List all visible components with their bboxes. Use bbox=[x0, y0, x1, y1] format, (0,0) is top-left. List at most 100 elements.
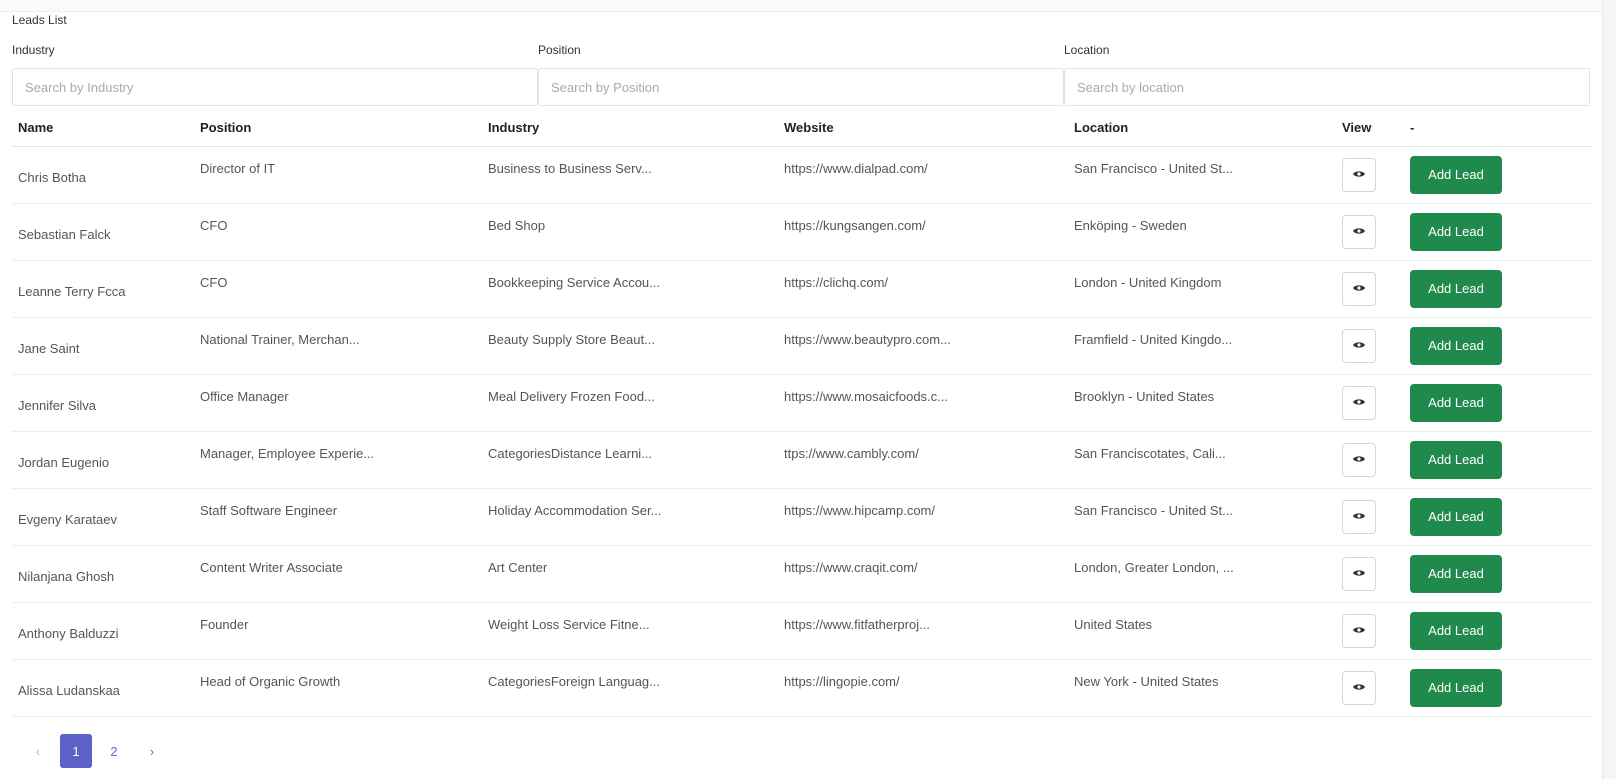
page-1-button[interactable]: 1 bbox=[60, 734, 92, 768]
lead-position: Office Manager bbox=[200, 388, 289, 404]
prev-page-button[interactable]: ‹ bbox=[22, 734, 54, 768]
industry-filter-label: Industry bbox=[12, 43, 55, 57]
table-row: Evgeny Karataev Staff Software Engineer Ho… bbox=[12, 488, 1592, 545]
view-cell bbox=[1336, 203, 1404, 260]
next-page-button[interactable]: › bbox=[136, 734, 168, 768]
eye-icon bbox=[1352, 680, 1366, 695]
add-lead-button[interactable]: Add Lead bbox=[1410, 269, 1502, 308]
lead-industry: Weight Loss Service Fitne... bbox=[488, 616, 650, 632]
add-lead-button[interactable]: Add Lead bbox=[1410, 497, 1502, 536]
view-lead-button[interactable] bbox=[1342, 442, 1376, 477]
lead-industry: CategoriesForeign Languag... bbox=[488, 673, 661, 689]
view-cell bbox=[1336, 260, 1404, 317]
lead-location: San Francisco - United St... bbox=[1074, 502, 1233, 518]
view-cell bbox=[1336, 545, 1404, 602]
view-lead-button[interactable] bbox=[1342, 499, 1376, 534]
location-filter: Location bbox=[1064, 40, 1590, 106]
lead-location: New York - United States bbox=[1074, 673, 1219, 689]
add-lead-button[interactable]: Add Lead bbox=[1410, 440, 1502, 479]
add-lead-button[interactable]: Add Lead bbox=[1410, 326, 1502, 365]
location-filter-label: Location bbox=[1064, 43, 1110, 57]
lead-location: London, Greater London, ... bbox=[1074, 559, 1234, 575]
column-header-industry: Industry bbox=[482, 110, 778, 147]
lead-website: https://www.dialpad.com/ bbox=[784, 160, 928, 176]
lead-industry: Bed Shop bbox=[488, 217, 546, 233]
lead-website: https://www.mosaicfoods.c... bbox=[784, 388, 949, 404]
lead-website: https://www.craqit.com/ bbox=[784, 559, 918, 575]
lead-position: Head of Organic Growth bbox=[200, 673, 341, 689]
lead-website: https://www.beautypro.com... bbox=[784, 331, 951, 347]
table-row: Jane Saint National Trainer, Merchan... Be… bbox=[12, 317, 1592, 374]
table-row: Nilanjana Ghosh Content Writer Associate A… bbox=[12, 545, 1592, 602]
lead-position: Manager, Employee Experie... bbox=[200, 445, 375, 461]
view-lead-button[interactable] bbox=[1342, 271, 1376, 306]
view-lead-button[interactable] bbox=[1342, 385, 1376, 420]
eye-icon bbox=[1352, 623, 1366, 638]
lead-location: Enköping - Sweden bbox=[1074, 217, 1187, 233]
action-cell: Add Lead bbox=[1404, 545, 1592, 602]
action-cell: Add Lead bbox=[1404, 317, 1592, 374]
column-header-view: View bbox=[1336, 110, 1404, 147]
action-cell: Add Lead bbox=[1404, 602, 1592, 659]
lead-position: Staff Software Engineer bbox=[200, 502, 338, 518]
lead-location: United States bbox=[1074, 616, 1153, 632]
eye-icon bbox=[1352, 566, 1366, 581]
view-lead-button[interactable] bbox=[1342, 214, 1376, 249]
lead-name: Alissa Ludanskaa bbox=[18, 683, 120, 698]
lead-name: Leanne Terry Fcca bbox=[18, 284, 126, 299]
table-header: Name Position Industry Website Location … bbox=[12, 110, 1592, 147]
position-search-input[interactable] bbox=[538, 68, 1064, 106]
table-row: Anthony Balduzzi Founder Weight Loss Servi… bbox=[12, 602, 1592, 659]
lead-website: https://www.fitfatherproj... bbox=[784, 616, 930, 632]
eye-icon bbox=[1352, 167, 1366, 182]
view-cell bbox=[1336, 374, 1404, 431]
lead-name: Chris Botha bbox=[18, 170, 86, 185]
industry-search-input[interactable] bbox=[12, 68, 538, 106]
column-header-action: - bbox=[1404, 110, 1592, 147]
lead-location: London - United Kingdom bbox=[1074, 274, 1222, 290]
table-row: Jordan Eugenio Manager, Employee Experie.… bbox=[12, 431, 1592, 488]
lead-industry: Art Center bbox=[488, 559, 548, 575]
add-lead-button[interactable]: Add Lead bbox=[1410, 611, 1502, 650]
filter-bar: Industry Position Location bbox=[12, 40, 1592, 106]
view-lead-button[interactable] bbox=[1342, 670, 1376, 705]
add-lead-button[interactable]: Add Lead bbox=[1410, 668, 1502, 707]
view-lead-button[interactable] bbox=[1342, 613, 1376, 648]
table-row: Sebastian Falck CFO Bed Shop https://kungsa… bbox=[12, 203, 1592, 260]
table-row: Chris Botha Director of IT Business to Bus… bbox=[12, 146, 1592, 203]
column-header-website: Website bbox=[778, 110, 1068, 147]
page-scrollbar[interactable] bbox=[1602, 0, 1616, 779]
view-cell bbox=[1336, 659, 1404, 716]
view-cell bbox=[1336, 146, 1404, 203]
lead-location: Framfield - United Kingdo... bbox=[1074, 331, 1233, 347]
column-header-name: Name bbox=[12, 110, 194, 147]
lead-industry: Holiday Accommodation Ser... bbox=[488, 502, 662, 518]
lead-name: Evgeny Karataev bbox=[18, 512, 118, 527]
lead-position: National Trainer, Merchan... bbox=[200, 331, 360, 347]
lead-name: Jane Saint bbox=[18, 341, 80, 356]
view-lead-button[interactable] bbox=[1342, 328, 1376, 363]
location-search-input[interactable] bbox=[1064, 68, 1590, 106]
add-lead-button[interactable]: Add Lead bbox=[1410, 212, 1502, 251]
lead-name: Jordan Eugenio bbox=[18, 455, 110, 470]
action-cell: Add Lead bbox=[1404, 374, 1592, 431]
add-lead-button[interactable]: Add Lead bbox=[1410, 554, 1502, 593]
lead-industry: Bookkeeping Service Accou... bbox=[488, 274, 660, 290]
lead-name: Sebastian Falck bbox=[18, 227, 111, 242]
view-cell bbox=[1336, 488, 1404, 545]
lead-website: https://www.hipcamp.com/ bbox=[784, 502, 935, 518]
view-lead-button[interactable] bbox=[1342, 157, 1376, 192]
leads-table: Name Position Industry Website Location … bbox=[12, 110, 1592, 717]
view-cell bbox=[1336, 431, 1404, 488]
lead-industry: Beauty Supply Store Beaut... bbox=[488, 331, 655, 347]
table-row: Jennifer Silva Office Manager Meal Deliver… bbox=[12, 374, 1592, 431]
industry-filter: Industry bbox=[12, 40, 538, 106]
view-lead-button[interactable] bbox=[1342, 556, 1376, 591]
lead-name: Jennifer Silva bbox=[18, 398, 97, 413]
add-lead-button[interactable]: Add Lead bbox=[1410, 383, 1502, 422]
add-lead-button[interactable]: Add Lead bbox=[1410, 155, 1502, 194]
lead-location: San Francisco - United St... bbox=[1074, 160, 1233, 176]
lead-position: CFO bbox=[200, 217, 228, 233]
leads-page: Leads List Industry Position Location Na… bbox=[0, 0, 1616, 779]
page-2-button[interactable]: 2 bbox=[98, 734, 130, 768]
